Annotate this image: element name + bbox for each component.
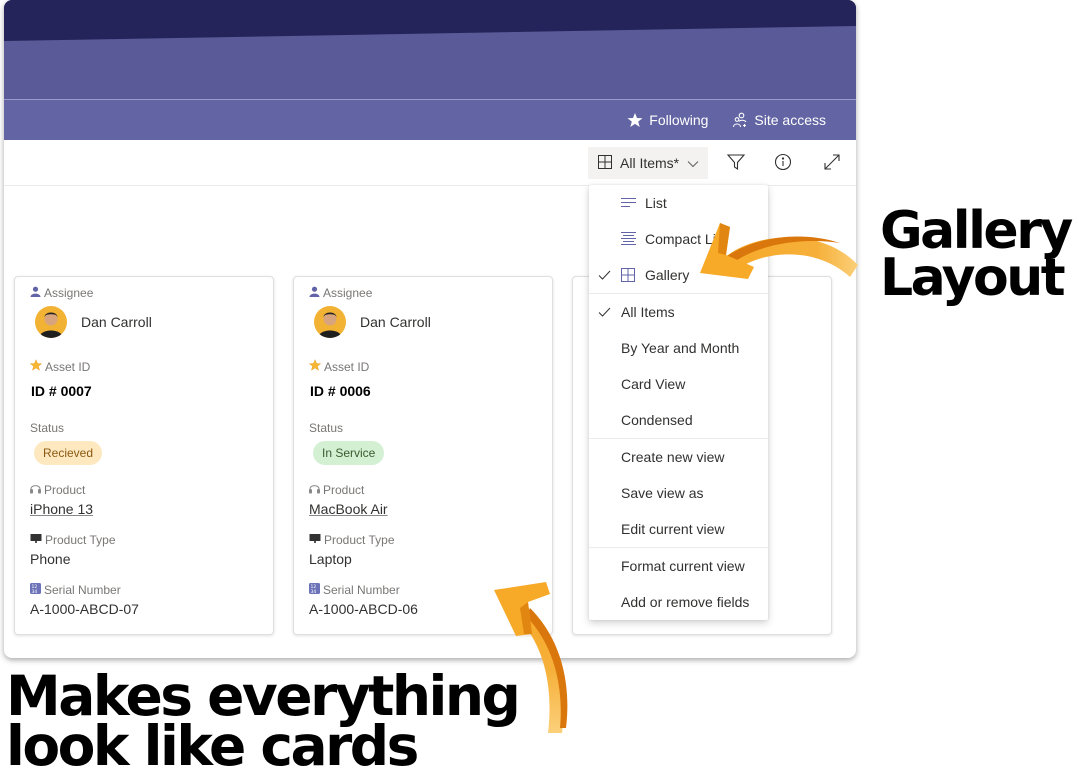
svg-text:34: 34: [311, 589, 317, 594]
star-icon: [627, 112, 643, 128]
product-link[interactable]: iPhone 13: [30, 501, 93, 517]
menu-item-format-current-view[interactable]: Format current view: [589, 548, 768, 584]
checkmark-icon: [598, 268, 611, 284]
chevron-down-icon: [687, 155, 699, 171]
checkmark-icon: [598, 305, 611, 321]
menu-item-all-items[interactable]: All Items: [589, 294, 768, 330]
status-field-label: Status: [309, 421, 344, 435]
info-button[interactable]: [773, 152, 795, 174]
people-icon: [732, 112, 748, 128]
star-icon: [29, 359, 43, 374]
asset-id-value: ID # 0007: [31, 383, 92, 399]
annotation-arrow-gallery: [700, 223, 858, 279]
star-icon: [308, 359, 322, 374]
menu-item-by-year-and-month[interactable]: By Year and Month: [589, 330, 768, 366]
product-type-field-label: Product Type: [30, 533, 116, 547]
avatar: [314, 306, 346, 338]
asset-id-field-label: Asset ID: [29, 359, 90, 374]
status-field-label: Status: [30, 421, 65, 435]
assignee-name[interactable]: Dan Carroll: [81, 314, 152, 330]
monitor-icon: [30, 533, 42, 547]
menu-item-card-view[interactable]: Card View: [589, 366, 768, 402]
current-view-label: All Items*: [620, 155, 680, 171]
headphones-icon: [30, 483, 41, 497]
menu-item-save-view-as[interactable]: Save view as: [589, 475, 768, 511]
assignee-field-label: Assignee: [309, 286, 372, 300]
person-icon: [30, 286, 41, 300]
site-access-button[interactable]: Site access: [732, 112, 826, 128]
product-type-value: Laptop: [309, 551, 352, 567]
serial-field-label: 12 34 Serial Number: [309, 583, 400, 597]
menu-item-add-or-remove-fields[interactable]: Add or remove fields: [589, 584, 768, 620]
gallery-icon: [598, 154, 612, 172]
filter-icon: [726, 154, 746, 176]
product-field-label: Product: [30, 483, 85, 497]
expand-button[interactable]: [822, 152, 844, 174]
headphones-icon: [309, 483, 320, 497]
product-field-label: Product: [309, 483, 364, 497]
cards-annotation: Makes everything look like cards: [6, 664, 521, 778]
assignee-field-label: Assignee: [30, 286, 93, 300]
assignee-name[interactable]: Dan Carroll: [360, 314, 431, 330]
following-button[interactable]: Following: [627, 112, 708, 128]
gallery-card[interactable]: Assignee Dan Carroll Asset ID ID # 0007 …: [14, 276, 274, 635]
serial-number-value: A-1000-ABCD-06: [309, 601, 418, 617]
menu-item-edit-current-view[interactable]: Edit current view: [589, 511, 768, 547]
site-navbar: Following Site access: [4, 100, 856, 140]
gallery-layout-annotation: Gallery Layout: [880, 201, 1073, 308]
view-switcher-button[interactable]: All Items*: [588, 147, 708, 179]
svg-text:34: 34: [32, 589, 38, 594]
following-label: Following: [649, 112, 709, 128]
person-icon: [309, 286, 320, 300]
gallery-icon: [621, 268, 635, 285]
asset-id-value: ID # 0006: [310, 383, 371, 399]
numbers-icon: 12 34: [30, 583, 41, 597]
site-access-label: Site access: [754, 112, 826, 128]
product-link[interactable]: MacBook Air: [309, 501, 388, 517]
compact-list-icon: [621, 232, 636, 248]
monitor-icon: [309, 533, 321, 547]
avatar: [35, 306, 67, 338]
expand-icon: [822, 154, 842, 176]
product-type-value: Phone: [30, 551, 71, 567]
list-icon: [621, 196, 636, 212]
serial-field-label: 12 34 Serial Number: [30, 583, 121, 597]
info-icon: [773, 153, 793, 176]
command-bar: All Items*: [4, 140, 856, 186]
menu-item-condensed[interactable]: Condensed: [589, 402, 768, 438]
asset-id-field-label: Asset ID: [308, 359, 369, 374]
product-type-field-label: Product Type: [309, 533, 395, 547]
status-badge: Recieved: [34, 441, 103, 465]
filter-button[interactable]: [726, 152, 748, 174]
site-header-banner: [4, 0, 856, 100]
status-badge: In Service: [313, 441, 385, 465]
banner-graphic: [4, 0, 856, 41]
numbers-icon: 12 34: [309, 583, 320, 597]
menu-item-create-new-view[interactable]: Create new view: [589, 439, 768, 475]
serial-number-value: A-1000-ABCD-07: [30, 601, 139, 617]
